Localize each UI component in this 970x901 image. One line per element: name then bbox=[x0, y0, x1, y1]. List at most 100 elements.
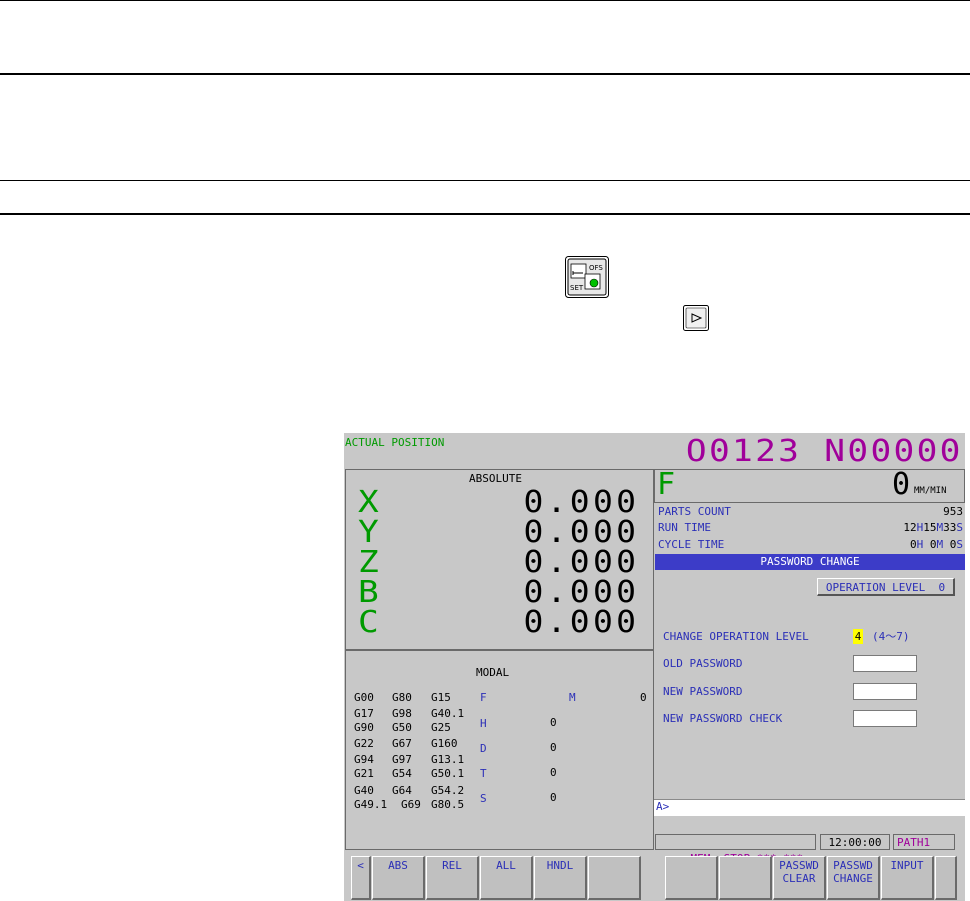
status-mode: MEM STOP *** *** bbox=[655, 834, 816, 865]
run-time-value: 12H15M33S bbox=[903, 521, 963, 534]
modal-h-label: H bbox=[480, 717, 487, 730]
parts-count-label: PARTS COUNT bbox=[658, 505, 731, 518]
modal-code: G94 bbox=[354, 753, 374, 766]
modal-row: G00 G80 G15 bbox=[354, 691, 464, 707]
change-level-label: CHANGE OPERATION LEVEL bbox=[663, 630, 809, 643]
modal-code: G00 bbox=[354, 691, 374, 704]
new-password-check-label: NEW PASSWORD CHECK bbox=[663, 712, 783, 725]
svg-text:SET: SET bbox=[570, 284, 584, 292]
modal-s-value: 0 bbox=[550, 791, 557, 804]
modal-t-label: T bbox=[480, 767, 487, 780]
softkey-blank-2[interactable] bbox=[665, 856, 718, 900]
modal-code: G64 bbox=[392, 784, 412, 797]
softkey-passwd-clear-line2: CLEAR bbox=[782, 872, 816, 885]
program-number: O0123 N00000 bbox=[686, 434, 963, 469]
cycle-time-hours: 0 bbox=[910, 538, 917, 551]
modal-d-value: 0 bbox=[550, 741, 557, 754]
softkey-blank-3[interactable] bbox=[719, 856, 772, 900]
modal-code: G49.1 bbox=[354, 798, 388, 811]
password-change-title-bar: PASSWORD CHANGE bbox=[655, 554, 965, 570]
modal-code: G67 bbox=[392, 737, 412, 750]
modal-code: G15 bbox=[431, 691, 451, 704]
modal-code: G40 bbox=[354, 784, 374, 797]
seconds-unit: S bbox=[956, 521, 963, 534]
modal-m-label: M bbox=[569, 691, 576, 704]
modal-code: G97 bbox=[392, 753, 412, 766]
modal-code: G54.2 bbox=[431, 784, 465, 797]
parts-count-value: 953 bbox=[943, 505, 963, 518]
run-time-label: RUN TIME bbox=[658, 521, 711, 534]
modal-header: MODAL bbox=[476, 666, 510, 679]
modal-code: G25 bbox=[431, 721, 451, 734]
modal-row: G49.1 G69 G80.5 bbox=[354, 798, 464, 812]
modal-code-list: G00 G80 G15 G17 G98 G40.1 G90 G50 G25 G22 G67 G1… bbox=[354, 691, 464, 812]
modal-d-label: D bbox=[480, 742, 487, 755]
modal-row: G22 G67 G160 bbox=[354, 737, 464, 753]
minutes-unit: M bbox=[936, 538, 944, 551]
old-password-label: OLD PASSWORD bbox=[663, 657, 743, 670]
rule-4 bbox=[0, 213, 970, 215]
old-password-field[interactable] bbox=[853, 655, 917, 672]
axis-label-c: C bbox=[358, 605, 379, 640]
modal-code: G80 bbox=[392, 691, 412, 704]
softkey-hndl[interactable]: HNDL bbox=[534, 856, 587, 900]
modal-code: G54 bbox=[392, 767, 412, 780]
axis-label-z: Z bbox=[358, 545, 379, 580]
axis-value-b: 0.000 bbox=[523, 575, 639, 610]
modal-code: G80.5 bbox=[431, 798, 465, 811]
modal-code: G160 bbox=[431, 737, 458, 750]
softkey-all[interactable]: ALL bbox=[480, 856, 533, 900]
modal-code: G13.1 bbox=[431, 753, 465, 766]
cycle-time-label: CYCLE TIME bbox=[658, 538, 725, 551]
modal-code: G22 bbox=[354, 737, 374, 750]
new-password-field[interactable] bbox=[853, 683, 917, 700]
next-menu-key-icon bbox=[683, 305, 709, 331]
feed-label: F bbox=[657, 467, 676, 502]
softkey-back[interactable]: < bbox=[351, 856, 371, 900]
softkey-passwd-change-line1: PASSWD bbox=[833, 859, 873, 872]
softkey-passwd-change[interactable]: PASSWD CHANGE bbox=[827, 856, 880, 900]
softkey-input[interactable]: INPUT bbox=[881, 856, 934, 900]
top-rule bbox=[0, 0, 970, 1]
feed-unit: MM/MIN bbox=[914, 486, 947, 496]
cnc-screen: ACTUAL POSITION O0123 N00000 ABSOLUTE X … bbox=[344, 433, 965, 901]
modal-code: G90 bbox=[354, 721, 374, 734]
run-time-seconds: 33 bbox=[943, 521, 957, 534]
operation-level-button[interactable]: OPERATION LEVEL 0 bbox=[817, 578, 955, 596]
modal-row: G40 G64 G54.2 bbox=[354, 784, 464, 798]
input-prompt: A> bbox=[656, 800, 670, 813]
status-time: 12:00:00 bbox=[820, 834, 890, 850]
modal-h-value: 0 bbox=[550, 716, 557, 729]
new-password-label: NEW PASSWORD bbox=[663, 685, 743, 698]
modal-row: G94 G97 G13.1 bbox=[354, 753, 464, 767]
rule-2 bbox=[0, 73, 970, 75]
softkey-next[interactable] bbox=[935, 856, 957, 900]
softkey-abs[interactable]: ABS bbox=[372, 856, 425, 900]
softkey-passwd-clear[interactable]: PASSWD CLEAR bbox=[773, 856, 826, 900]
svg-text:OFS: OFS bbox=[589, 264, 603, 272]
modal-f-label: F bbox=[480, 691, 487, 704]
input-line[interactable]: A> bbox=[654, 799, 965, 816]
new-password-check-field[interactable] bbox=[853, 710, 917, 727]
modal-row: G17 G98 G40.1 bbox=[354, 707, 464, 721]
offset-setting-key-icon: OFS SET bbox=[565, 256, 609, 298]
modal-code: G50 bbox=[392, 721, 412, 734]
cycle-time-value: 0H 0M 0S bbox=[910, 538, 963, 551]
status-path: PATH1 bbox=[893, 834, 955, 850]
softkey-blank-1[interactable] bbox=[588, 856, 641, 900]
hours-unit: H bbox=[916, 538, 924, 551]
modal-s-label: S bbox=[480, 792, 487, 805]
softkey-rel[interactable]: REL bbox=[426, 856, 479, 900]
seconds-unit: S bbox=[956, 538, 963, 551]
modal-m-value: 0 bbox=[640, 691, 647, 704]
axis-label-y: Y bbox=[358, 515, 379, 550]
change-level-range: (4～7) bbox=[872, 630, 910, 643]
run-time-hours: 12 bbox=[903, 521, 917, 534]
modal-code: G69 bbox=[401, 798, 421, 811]
cycle-time-minutes: 0 bbox=[929, 538, 937, 551]
axis-label-x: X bbox=[358, 485, 379, 520]
rule-3 bbox=[0, 180, 970, 181]
axis-value-z: 0.000 bbox=[523, 545, 639, 580]
change-level-value[interactable]: 4 bbox=[853, 629, 863, 644]
modal-code: G50.1 bbox=[431, 767, 465, 780]
